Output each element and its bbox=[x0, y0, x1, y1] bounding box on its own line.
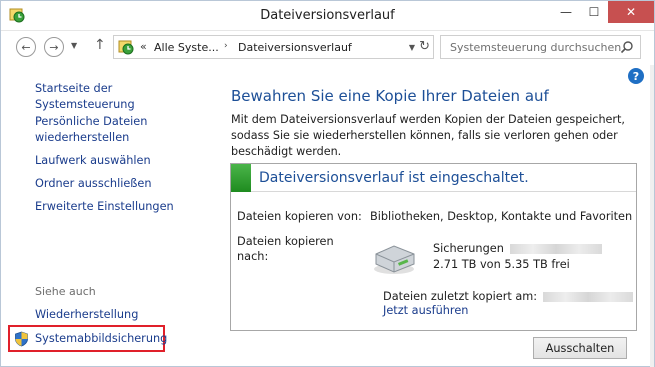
address-bar[interactable]: « Alle Syste... › Dateiversionsverlauf ▼… bbox=[113, 35, 434, 59]
last-copied-label: Dateien zuletzt kopiert am: bbox=[383, 290, 538, 303]
sidebar-item-system-image-backup[interactable]: Systemabbildsicherung bbox=[35, 331, 167, 347]
refresh-icon[interactable]: ↻ bbox=[419, 39, 430, 54]
breadcrumb-arrow-icon[interactable]: › bbox=[224, 41, 228, 51]
copy-to-label-line2: nach: bbox=[237, 250, 269, 263]
close-button[interactable]: ✕ bbox=[608, 1, 654, 23]
drive-icon bbox=[374, 245, 415, 274]
status-panel: Dateiversionsverlauf ist eingeschaltet. … bbox=[230, 163, 637, 331]
search-input[interactable]: Systemsteuerung durchsuchen bbox=[440, 35, 641, 59]
status-text: Dateiversionsverlauf ist eingeschaltet. bbox=[259, 170, 529, 186]
status-indicator bbox=[231, 164, 251, 192]
sidebar-item-select-drive[interactable]: Laufwerk auswählen bbox=[35, 153, 151, 169]
sidebar-item-exclude-folders[interactable]: Ordner ausschließen bbox=[35, 176, 152, 192]
copy-from-value: Bibliotheken, Desktop, Kontakte und Favo… bbox=[370, 210, 633, 223]
status-header: Dateiversionsverlauf ist eingeschaltet. bbox=[231, 164, 636, 192]
redacted-drive-label bbox=[509, 244, 602, 254]
address-chevron-down-icon[interactable]: ▼ bbox=[409, 43, 415, 52]
turn-off-button[interactable]: Ausschalten bbox=[533, 337, 627, 359]
window-controls: — ☐ ✕ bbox=[552, 1, 654, 23]
drive-name: Sicherungen bbox=[433, 242, 504, 255]
redacted-last-copied-date bbox=[543, 292, 634, 302]
drive-space: 2.71 TB von 5.35 TB frei bbox=[433, 258, 570, 271]
main-content: ? Bewahren Sie eine Kopie Ihrer Dateien … bbox=[215, 65, 654, 366]
back-button[interactable]: ← bbox=[16, 37, 36, 57]
file-history-icon bbox=[118, 40, 134, 55]
up-button[interactable]: ↑ bbox=[94, 37, 106, 53]
breadcrumb-overflow[interactable]: « bbox=[140, 40, 147, 53]
sidebar-item-restore-files-line1[interactable]: Persönliche Dateien bbox=[35, 114, 147, 130]
see-also-heading: Siehe auch bbox=[35, 285, 96, 298]
sidebar-item-control-panel-home[interactable]: Startseite der Systemsteuerung bbox=[35, 81, 215, 113]
sidebar: Startseite der Systemsteuerung Persönlic… bbox=[1, 65, 215, 365]
minimize-button[interactable]: — bbox=[552, 1, 580, 23]
breadcrumb-all-items[interactable]: Alle Syste... bbox=[154, 41, 219, 54]
page-description: Mit dem Dateiversionsverlauf werden Kopi… bbox=[231, 113, 625, 158]
page-title: Bewahren Sie eine Kopie Ihrer Dateien au… bbox=[231, 87, 549, 105]
help-icon[interactable]: ? bbox=[628, 68, 644, 84]
title-bar: Dateiversionsverlauf — ☐ ✕ bbox=[1, 1, 654, 31]
sidebar-item-advanced-settings[interactable]: Erweiterte Einstellungen bbox=[35, 199, 174, 215]
recent-locations-chevron-down-icon[interactable]: ▼ bbox=[71, 41, 77, 50]
breadcrumb-file-history[interactable]: Dateiversionsverlauf bbox=[238, 41, 352, 54]
maximize-button[interactable]: ☐ bbox=[580, 1, 608, 23]
run-now-link[interactable]: Jetzt ausführen bbox=[383, 304, 468, 317]
sidebar-item-recovery[interactable]: Wiederherstellung bbox=[35, 307, 138, 323]
copy-from-label: Dateien kopieren von: bbox=[237, 210, 362, 223]
copy-to-label-line1: Dateien kopieren bbox=[237, 235, 334, 248]
sidebar-item-restore-files-line2[interactable]: wiederherstellen bbox=[35, 130, 129, 146]
search-placeholder[interactable]: Systemsteuerung durchsuchen bbox=[450, 41, 621, 54]
file-history-window: Dateiversionsverlauf — ☐ ✕ ← → ▼ ↑ « All… bbox=[0, 0, 655, 367]
forward-button[interactable]: → bbox=[44, 37, 64, 57]
last-copied-row: Dateien zuletzt kopiert am: bbox=[383, 289, 634, 304]
drive-name-row: Sicherungen bbox=[433, 241, 602, 256]
shield-icon bbox=[15, 331, 28, 347]
address-row: ← → ▼ ↑ « Alle Syste... › Dateiversionsv… bbox=[1, 31, 654, 65]
window-edge bbox=[650, 65, 654, 367]
search-icon[interactable] bbox=[620, 40, 634, 54]
